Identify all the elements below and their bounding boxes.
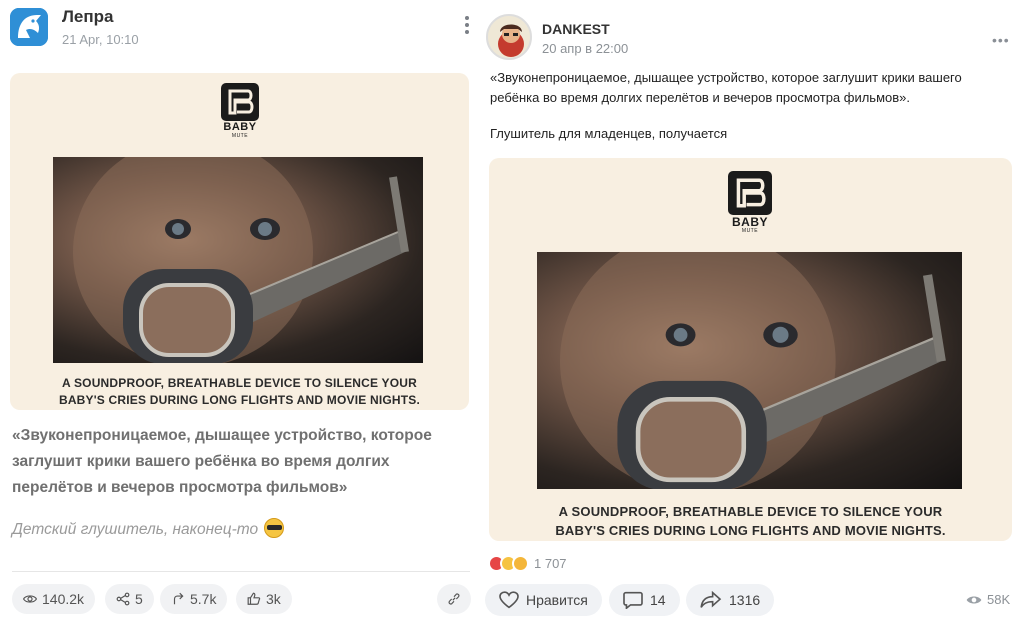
post-lepra: Лепра 21 Apr, 10:10 BABY MUTE A SOUNDPRO… (0, 0, 480, 620)
link-icon (448, 593, 460, 605)
caption-line-1: A SOUNDPROOF, BREATHABLE DEVICE TO SILEN… (558, 504, 943, 519)
baby-photo (537, 252, 962, 489)
reactions-count: 1 707 (534, 555, 567, 571)
image-caption: A SOUNDPROOF, BREATHABLE DEVICE TO SILEN… (10, 375, 469, 409)
post-date[interactable]: 20 апр в 22:00 (542, 41, 628, 56)
post-text-secondary: Детский глушитель, наконец-то (12, 518, 285, 539)
post-image[interactable]: BABY MUTE A SOUNDPROOF, BREATHABLE DEVIC… (10, 73, 469, 410)
author-name[interactable]: DANKEST (542, 21, 610, 37)
comment-icon (623, 591, 643, 609)
share-button[interactable]: 1316 (686, 584, 775, 616)
babymute-logo: BABY MUTE (215, 83, 265, 139)
eye-icon (23, 595, 37, 603)
dankest-avatar-icon (488, 16, 530, 58)
logo-text: BABY (223, 121, 257, 133)
like-count: 3k (266, 591, 281, 607)
post-text-secondary-label: Детский глушитель, наконец-то (12, 521, 259, 538)
avatar[interactable] (10, 8, 48, 46)
like-button[interactable]: Нравится (485, 584, 602, 616)
avatar[interactable] (486, 14, 532, 60)
share-nodes-icon (116, 592, 130, 606)
share-count: 1316 (729, 592, 761, 608)
sunglasses-emoji-icon (264, 518, 285, 538)
logo-subtext: MUTE (231, 133, 249, 139)
divider (12, 571, 470, 572)
author-name[interactable]: Лепра (62, 7, 114, 27)
like-button[interactable]: 3k (236, 584, 292, 614)
share-arrow-icon (700, 591, 722, 608)
comment-button[interactable]: 14 (609, 584, 680, 616)
surprised-reaction-icon (512, 554, 529, 572)
more-options-icon[interactable] (460, 16, 474, 40)
post-text: «Звуконепроницаемое, дышащее устройство,… (490, 70, 962, 105)
views-counter: 58K (966, 592, 1010, 607)
caption-line-2: BABY'S CRIES DURING LONG FLIGHTS AND MOV… (58, 393, 421, 407)
image-caption: A SOUNDPROOF, BREATHABLE DEVICE TO SILEN… (489, 502, 1012, 540)
eye-icon (966, 596, 982, 603)
post-dankest: DANKEST 20 апр в 22:00 ••• «Звуконепрони… (482, 0, 1024, 620)
copy-link-button[interactable] (437, 584, 471, 614)
post-text-secondary: Глушитель для младенцев, получается (490, 126, 728, 141)
caption-line-1: A SOUNDPROOF, BREATHABLE DEVICE TO SILEN… (62, 376, 417, 390)
forward-arrow-icon (173, 592, 184, 605)
thumbs-up-icon (247, 592, 261, 605)
caption-line-2: BABY'S CRIES DURING LONG FLIGHTS AND MOV… (555, 523, 946, 538)
baby-photo (53, 157, 423, 363)
views-counter: 140.2k (12, 584, 96, 614)
more-options-icon[interactable]: ••• (992, 32, 1010, 48)
post-text: «Звуконепроницаемое, дышащее устройство,… (12, 427, 432, 496)
share-button[interactable]: 5 (105, 584, 154, 614)
lepra-logo-icon (10, 8, 48, 46)
share-count: 5 (135, 591, 143, 607)
babymute-logo: BABY MUTE (724, 171, 776, 234)
post-date[interactable]: 21 Apr, 10:10 (62, 32, 139, 47)
views-count: 58K (987, 592, 1011, 607)
reactions-summary[interactable]: 1 707 (488, 553, 567, 573)
like-label: Нравится (526, 592, 588, 608)
post-image[interactable]: BABY MUTE A SOUNDPROOF, BREATHABLE DEVIC… (489, 158, 1012, 541)
comment-count: 14 (650, 592, 666, 608)
repost-button[interactable]: 5.7k (160, 584, 228, 614)
heart-icon (499, 591, 519, 609)
repost-count: 5.7k (190, 591, 217, 607)
logo-text: BABY (731, 215, 768, 229)
views-count: 140.2k (42, 591, 85, 607)
